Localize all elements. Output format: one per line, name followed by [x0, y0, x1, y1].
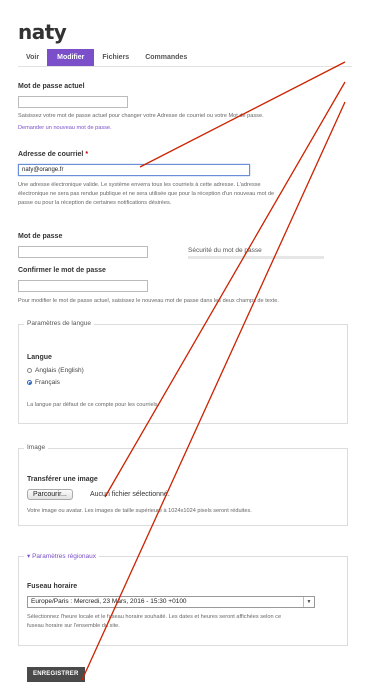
regional-legend-text[interactable]: Paramètres régionaux [32, 553, 96, 560]
collapse-arrow-icon[interactable]: ▾ [27, 553, 30, 560]
timezone-label: Fuseau horaire [27, 583, 78, 590]
confirm-password-label: Confirmer le mot de passe [18, 267, 106, 274]
password-input[interactable] [18, 246, 148, 258]
image-description: Votre image ou avatar. Les images de tai… [27, 508, 252, 514]
request-new-password-link[interactable]: Demander un nouveau mot de passe. [18, 125, 112, 131]
tab-commandes[interactable]: Commandes [137, 49, 195, 66]
required-marker: * [85, 151, 89, 158]
radio-english[interactable] [27, 368, 32, 373]
language-option-francais[interactable]: Français [27, 379, 60, 386]
radio-english-label: Anglais (English) [35, 367, 84, 374]
tab-fichiers[interactable]: Fichiers [94, 49, 137, 66]
email-description-line: Une adresse électronique valide. Le syst… [18, 182, 261, 188]
language-option-english[interactable]: Anglais (English) [27, 367, 84, 374]
password-label: Mot de passe [18, 233, 63, 240]
email-description: Une adresse électronique valide. Le syst… [18, 181, 358, 208]
page-title: naty [18, 20, 67, 44]
confirm-password-description: Pour modifier le mot de passe actuel, sa… [18, 298, 279, 304]
timezone-select[interactable]: Europe/Paris : Mercredi, 23 Mars, 2016 -… [27, 596, 315, 608]
email-input[interactable]: naty@orange.fr [18, 164, 250, 176]
email-label-text: Adresse de courriel [18, 151, 84, 158]
tabs: Voir Modifier Fichiers Commandes [18, 49, 195, 66]
language-label: Langue [27, 354, 52, 361]
email-description-line: passe ou pour la réception de certaines … [18, 200, 172, 206]
image-legend: Image [24, 444, 49, 451]
language-legend: Paramètres de langue [24, 320, 94, 327]
timezone-description-line: fuseau horaire sur l'ensemble du site. [27, 623, 120, 629]
timezone-description-line: Sélectionnez l'heure locale et le fuseau… [27, 614, 282, 620]
password-strength-bar [188, 256, 324, 259]
password-strength-label: Sécurité du mot de passe [188, 247, 262, 254]
radio-francais[interactable] [27, 380, 32, 385]
browse-button[interactable]: Parcourir... [27, 489, 73, 500]
current-password-input[interactable] [18, 96, 128, 108]
chevron-down-icon[interactable]: ▼ [303, 597, 314, 607]
no-file-selected: Aucun fichier sélectionné. [90, 491, 170, 498]
confirm-password-input[interactable] [18, 280, 148, 292]
current-password-label: Mot de passe actuel [18, 83, 85, 90]
current-password-description: Saisissez votre mot de passe actuel pour… [18, 113, 264, 119]
email-description-line: électronique ne sera pas rendue publique… [18, 191, 275, 197]
timezone-description: Sélectionnez l'heure locale et le fuseau… [27, 613, 345, 631]
regional-legend[interactable]: ▾ Paramètres régionaux [24, 552, 100, 560]
timezone-selected-value: Europe/Paris : Mercredi, 23 Mars, 2016 -… [31, 598, 187, 605]
save-button[interactable]: ENREGISTRER [27, 667, 85, 682]
email-label: Adresse de courriel * [18, 151, 88, 158]
tabs-divider [18, 66, 352, 67]
user-edit-page: naty Voir Modifier Fichiers Commandes Mo… [0, 0, 365, 691]
tab-voir[interactable]: Voir [18, 49, 47, 66]
language-description: La langue par défaut de ce compte pour l… [27, 402, 160, 408]
tab-modifier[interactable]: Modifier [47, 49, 95, 66]
radio-francais-label: Français [35, 379, 60, 386]
image-upload-label: Transférer une image [27, 476, 98, 483]
